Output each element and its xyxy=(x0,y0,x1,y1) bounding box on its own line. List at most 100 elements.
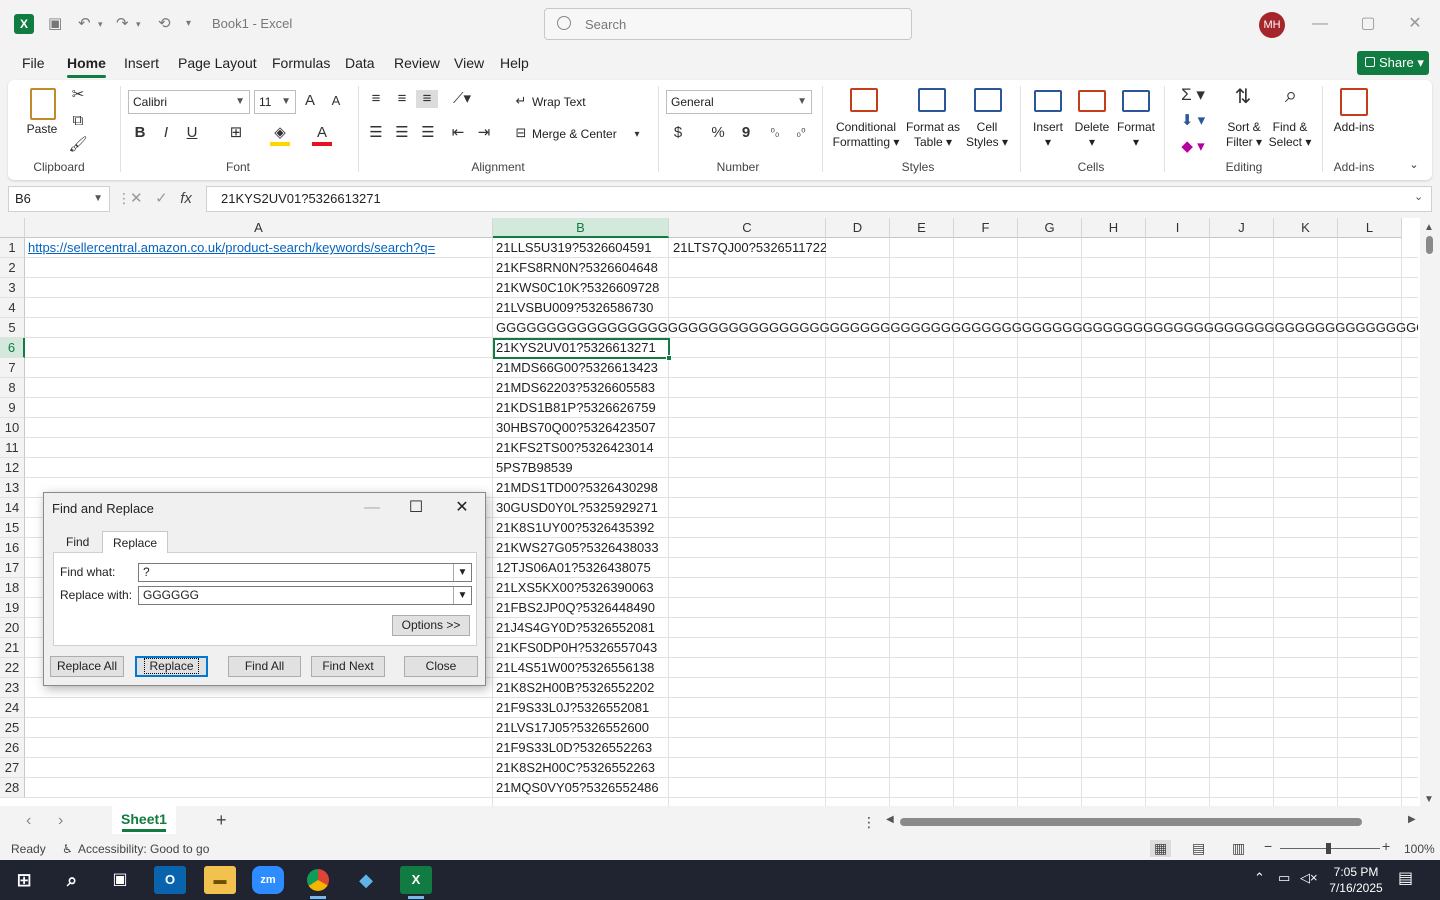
row-header-22[interactable]: 22 xyxy=(0,658,25,678)
cell-b14[interactable]: 30GUSD0Y0L?5325929271 xyxy=(493,498,670,518)
delete-cells-button[interactable]: Delete ▾ xyxy=(1070,120,1114,150)
options-button[interactable]: Options >> xyxy=(392,615,470,636)
vertical-scroll-thumb[interactable] xyxy=(1426,236,1433,254)
cell-b3[interactable]: 21KWS0C10K?5326609728 xyxy=(493,278,670,298)
zoom-level[interactable]: 100% xyxy=(1404,842,1435,856)
cancel-icon[interactable]: ✕ xyxy=(130,190,143,207)
format-cells-button[interactable]: Format ▾ xyxy=(1114,120,1158,150)
windows-start-icon[interactable]: ⊞ xyxy=(8,866,40,894)
file-explorer-icon[interactable]: ▬ xyxy=(204,866,236,894)
row-header-26[interactable]: 26 xyxy=(0,738,25,758)
taskbar-clock[interactable]: 7:05 PM 7/16/2025 xyxy=(1318,864,1394,896)
cell-b12[interactable]: 5PS7B98539 xyxy=(493,458,670,478)
insert-function-button[interactable]: fx xyxy=(180,190,192,207)
cell-b25[interactable]: 21LVS17J05?5326552600 xyxy=(493,718,670,738)
row-header-18[interactable]: 18 xyxy=(0,578,25,598)
zoom-out-icon[interactable]: − xyxy=(1264,838,1272,854)
outlook-icon[interactable]: O xyxy=(154,866,186,894)
bold-button[interactable]: B xyxy=(130,124,150,142)
chevron-down-icon[interactable]: ▾ xyxy=(630,126,644,144)
row-header-7[interactable]: 7 xyxy=(0,358,25,378)
show-hidden-icons[interactable]: ⌃ xyxy=(1254,870,1265,886)
replace-with-input[interactable]: GGGGGG ▼ xyxy=(138,586,472,605)
cell-b15[interactable]: 21K8S1UY00?5326435392 xyxy=(493,518,670,538)
formula-input[interactable]: 21KYS2UV01?5326613271 xyxy=(206,186,1432,212)
column-header-e[interactable]: E xyxy=(890,218,954,238)
number-format-select[interactable]: General ▼ xyxy=(666,90,812,114)
format-painter-icon[interactable]: 🖌 xyxy=(68,136,88,154)
close-window-icon[interactable]: ✕ xyxy=(1403,12,1427,36)
chrome-icon[interactable] xyxy=(302,866,334,899)
decrease-decimal-icon[interactable]: ₀⁰ xyxy=(790,124,812,142)
column-header-j[interactable]: J xyxy=(1210,218,1274,238)
find-all-button[interactable]: Find All xyxy=(228,656,301,677)
sort-filter-button[interactable]: Sort & Filter ▾ xyxy=(1220,120,1268,150)
undo-dropdown-icon[interactable]: ▾ xyxy=(98,13,103,35)
sheet-tab-sheet1[interactable]: Sheet1 xyxy=(112,806,176,834)
cell-b10[interactable]: 30HBS70Q00?5326423507 xyxy=(493,418,670,438)
cut-icon[interactable]: ✂ xyxy=(68,86,88,104)
dialog-maximize-icon[interactable]: ☐ xyxy=(402,497,430,519)
font-color-icon[interactable]: A xyxy=(312,124,332,146)
find-select-icon[interactable]: ⌕ xyxy=(1274,84,1308,106)
accessibility-icon[interactable]: ♿ xyxy=(62,842,73,856)
maximize-icon[interactable]: ▢ xyxy=(1356,12,1380,36)
undo-icon[interactable]: ↶ xyxy=(78,13,91,35)
row-header-12[interactable]: 12 xyxy=(0,458,25,478)
column-header-a[interactable]: A xyxy=(25,218,493,238)
copy-icon[interactable]: ⧉ xyxy=(68,112,88,130)
zoom-in-icon[interactable]: + xyxy=(1382,838,1390,854)
app-diamond-icon[interactable]: ◆ xyxy=(350,866,382,894)
expand-formula-icon[interactable]: ⌄ xyxy=(1414,190,1423,203)
cell-b9[interactable]: 21KDS1B81P?5326626759 xyxy=(493,398,670,418)
cell-b23[interactable]: 21K8S2H00B?5326552202 xyxy=(493,678,670,698)
increase-decimal-icon[interactable]: ⁰₀ xyxy=(764,124,786,142)
cell-b20[interactable]: 21J4S4GY0D?5326552081 xyxy=(493,618,670,638)
column-header-g[interactable]: G xyxy=(1018,218,1082,238)
cell-b28[interactable]: 21MQS0VY05?5326552486 xyxy=(493,778,670,798)
underline-button[interactable]: U xyxy=(182,124,202,142)
decrease-indent-icon[interactable]: ⇤ xyxy=(448,124,468,142)
row-header-8[interactable]: 8 xyxy=(0,378,25,398)
ribbon-collapse-icon[interactable]: ⌄ xyxy=(1406,156,1422,174)
scroll-right-icon[interactable]: ▶ xyxy=(1408,814,1416,825)
cell-b16[interactable]: 21KWS27G05?5326438033 xyxy=(493,538,670,558)
tab-find[interactable]: Find xyxy=(56,531,99,553)
cell-b8[interactable]: 21MDS62203?5326605583 xyxy=(493,378,670,398)
zoom-app-icon[interactable]: zm xyxy=(252,866,284,894)
cell-b22[interactable]: 21L4S51W00?5326556138 xyxy=(493,658,670,678)
dialog-close-button[interactable]: Close xyxy=(404,656,478,677)
wrap-text-icon[interactable]: ↵ xyxy=(512,92,530,110)
select-all-corner[interactable] xyxy=(0,218,25,238)
cell-b1[interactable]: 21LLS5U319?5326604591 xyxy=(493,238,670,258)
cell-b7[interactable]: 21MDS66G00?5326613423 xyxy=(493,358,670,378)
redo-icon[interactable]: ↷ xyxy=(116,13,129,35)
merge-center-icon[interactable]: ⊟ xyxy=(512,124,530,142)
cell-styles-button[interactable]: Cell Styles ▾ xyxy=(962,120,1012,150)
notifications-icon[interactable]: ▤ xyxy=(1398,868,1413,888)
save-icon[interactable]: ▣ xyxy=(48,13,62,35)
scroll-up-icon[interactable]: ▲ xyxy=(1424,222,1434,233)
fill-handle[interactable] xyxy=(666,355,672,361)
merge-center-button[interactable]: Merge & Center xyxy=(532,127,617,142)
column-header-b[interactable]: B xyxy=(493,218,669,238)
delete-cells-icon[interactable] xyxy=(1078,90,1106,112)
row-header-13[interactable]: 13 xyxy=(0,478,25,498)
tab-data[interactable]: Data xyxy=(345,55,375,71)
find-what-input[interactable]: ? ▼ xyxy=(138,563,472,582)
row-header-15[interactable]: 15 xyxy=(0,518,25,538)
dialog-close-icon[interactable]: ✕ xyxy=(448,497,476,519)
format-as-table-button[interactable]: Format as Table ▾ xyxy=(902,120,964,150)
tab-replace[interactable]: Replace xyxy=(102,531,169,553)
column-header-l[interactable]: L xyxy=(1338,218,1402,238)
borders-icon[interactable]: ⊞ xyxy=(226,124,246,142)
cell-b24[interactable]: 21F9S33L0J?5326552081 xyxy=(493,698,670,718)
zoom-slider-thumb[interactable] xyxy=(1326,843,1331,854)
customize-toolbar-icon[interactable]: ▾ xyxy=(186,13,191,35)
cell-a1[interactable]: https://sellercentral.amazon.co.uk/produ… xyxy=(25,238,493,258)
paste-button[interactable]: Paste xyxy=(22,122,62,137)
cell-styles-icon[interactable] xyxy=(974,88,1002,112)
next-sheet-icon[interactable]: › xyxy=(58,812,63,830)
cell-b26[interactable]: 21F9S33L0D?5326552263 xyxy=(493,738,670,758)
more-options-icon[interactable]: ⋮ xyxy=(117,190,131,207)
